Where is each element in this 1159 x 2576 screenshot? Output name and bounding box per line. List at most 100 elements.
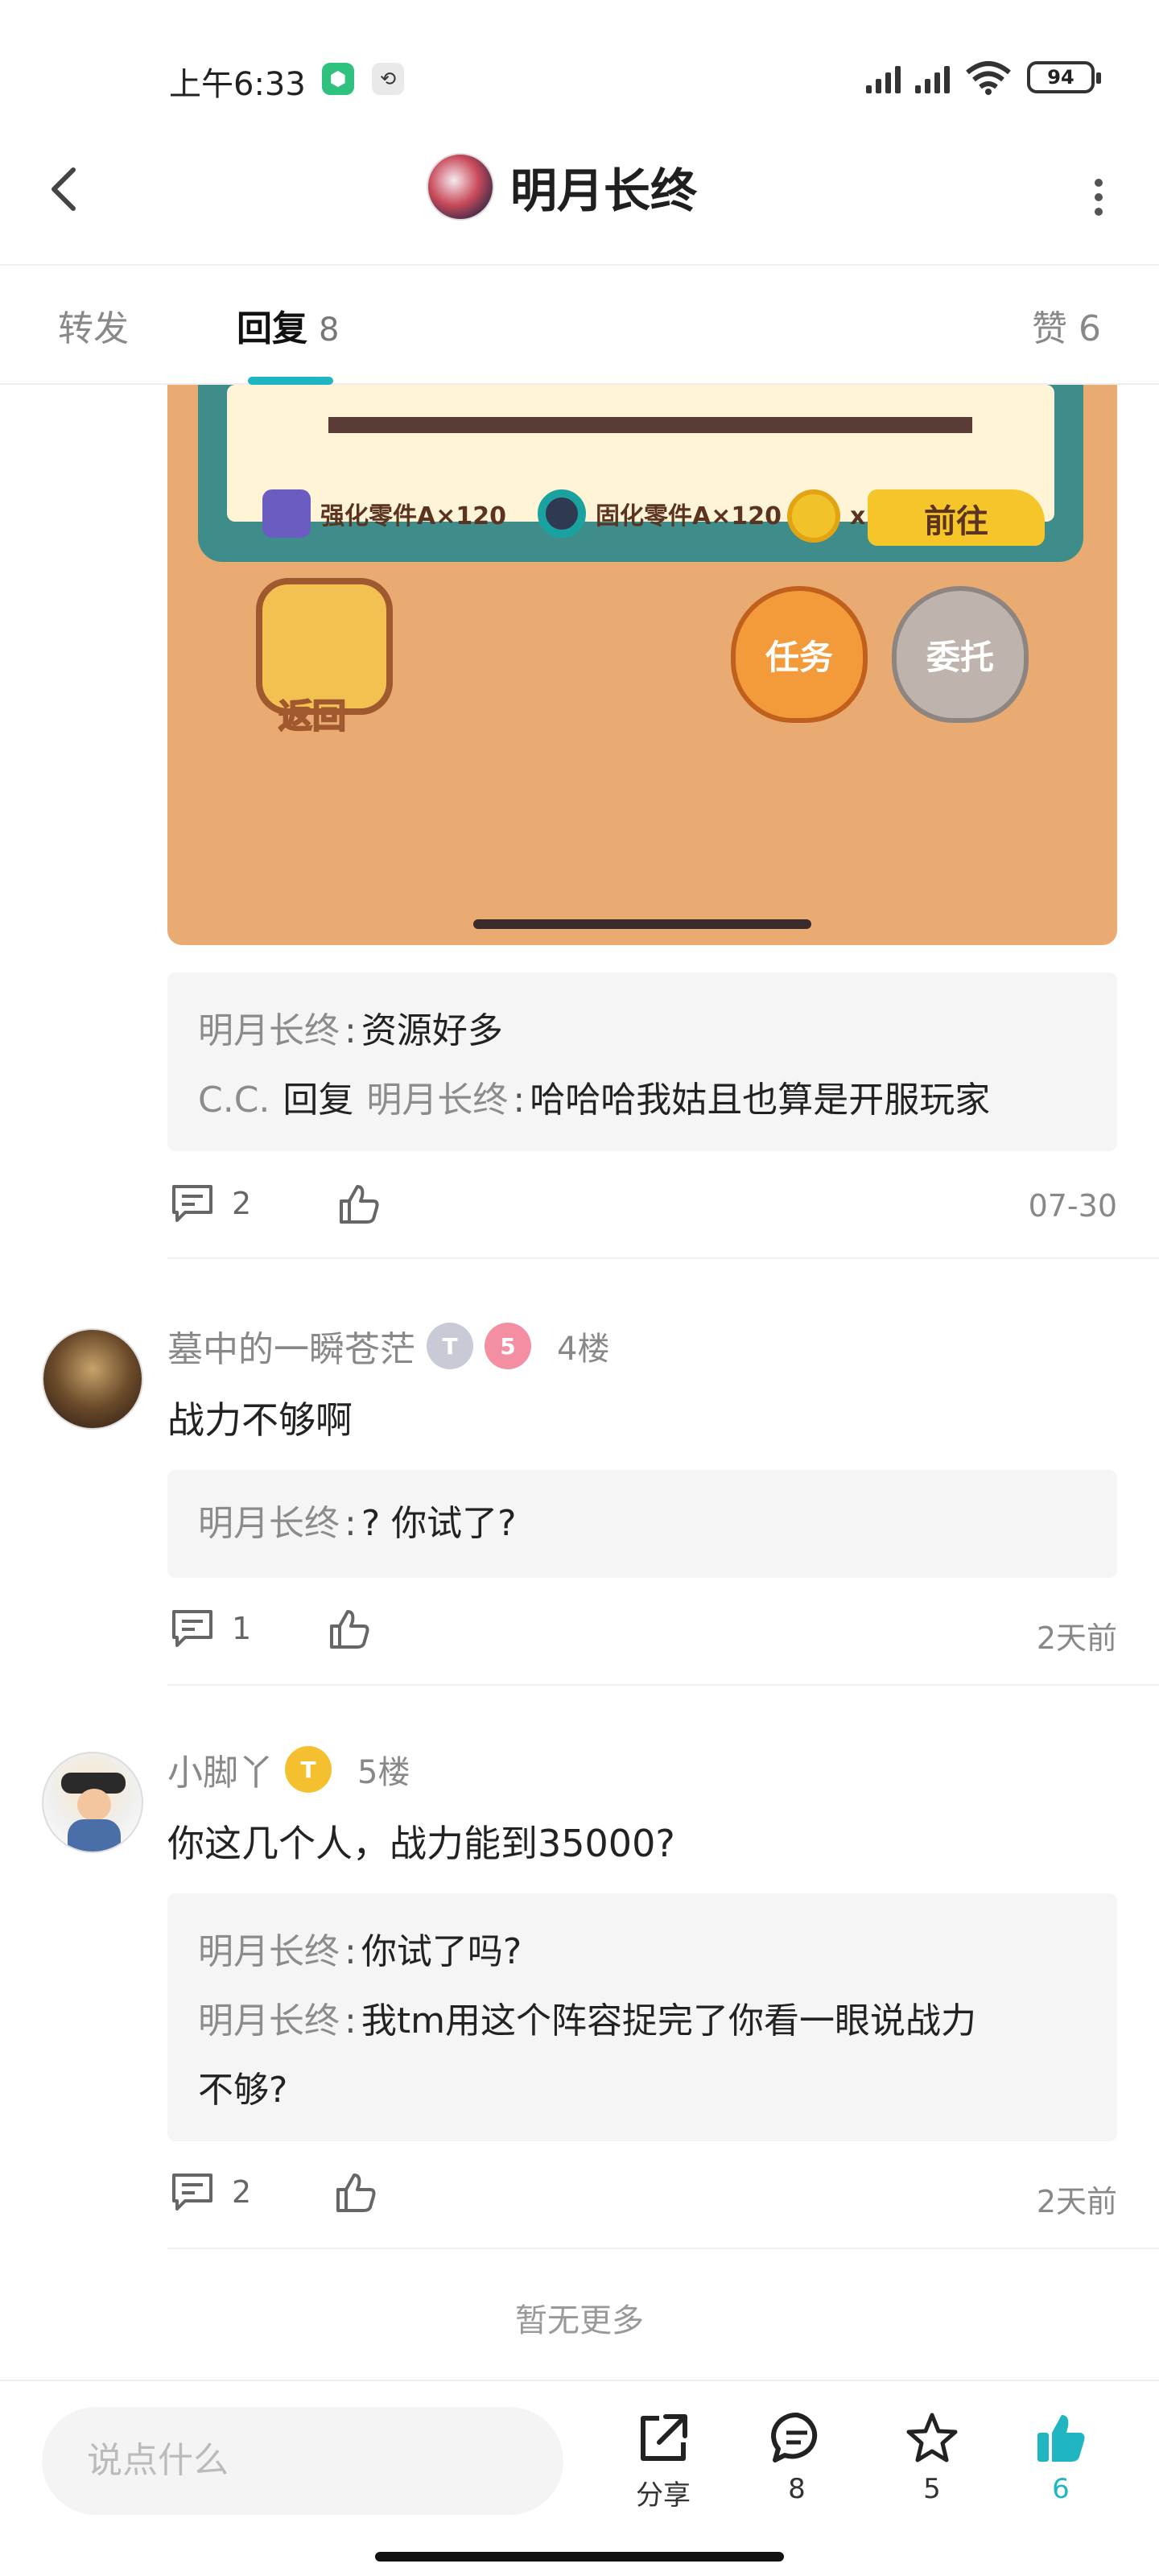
post-image[interactable]: 强化零件A×120 固化零件A×120 x165600 前往 返回 任务 委托	[167, 385, 1117, 945]
quote-line: 明月长终:? 你试了?	[198, 1494, 1087, 1554]
comment-button[interactable]: 2	[171, 1183, 251, 1224]
coin-icon	[787, 489, 840, 543]
comment-count: 1	[232, 1611, 252, 1646]
game-task-label: 任务	[765, 637, 833, 677]
timestamp: 07-30	[1028, 1188, 1117, 1224]
game-back-button: 返回	[256, 578, 401, 737]
tab-likes[interactable]: 赞6	[1032, 299, 1101, 351]
like-post-button[interactable]: 6	[1013, 2410, 1109, 2505]
battery-indicator: 94	[1027, 61, 1101, 93]
tab-bar: 转发 回复 8 赞6	[0, 267, 1159, 385]
tab-reply-count: 8	[319, 312, 340, 349]
quote-author[interactable]: C.C.	[198, 1080, 270, 1121]
comment-button[interactable]: 2	[171, 2172, 251, 2212]
comments-count: 8	[788, 2473, 806, 2505]
divider	[167, 2248, 1159, 2249]
gesture-home-bar[interactable]	[375, 2552, 784, 2562]
rank-badge-icon: 5	[485, 1323, 531, 1369]
tab-reply[interactable]: 回复 8	[237, 299, 339, 351]
reply-quote-box[interactable]: 明月长终: 资源好多 C.C. 回复 明月长终: 哈哈哈我姑且也算是开服玩家	[167, 972, 1117, 1151]
quote-author[interactable]: 明月长终	[198, 2000, 340, 2041]
tab-reply-label: 回复	[237, 308, 307, 349]
level-badge-icon: T	[427, 1323, 473, 1369]
like-button[interactable]	[328, 1608, 370, 1653]
thumbs-up-icon	[340, 1185, 379, 1224]
favorite-button[interactable]: 5	[884, 2410, 980, 2505]
avatar[interactable]	[42, 1752, 143, 1853]
comments-button[interactable]: 8	[749, 2410, 845, 2505]
link-icon: ⟲	[372, 63, 404, 95]
username[interactable]: 墓中的一瞬苍茫	[167, 1320, 415, 1372]
quote-author[interactable]: 明月长终	[198, 1010, 340, 1051]
username[interactable]: 小脚丫	[167, 1744, 274, 1795]
signal-icon	[866, 61, 901, 93]
wifi-icon	[966, 61, 1011, 95]
quote-author[interactable]: 明月长终	[198, 1931, 340, 1972]
quote-author[interactable]: 明月长终	[198, 1503, 340, 1544]
paw-task-icon: 任务	[731, 586, 868, 723]
reward-item-1-label: 强化零件A×120	[320, 502, 506, 530]
quote-line: 明月长终: 我tm用这个阵容捉完了你看一眼说战力	[198, 1987, 1087, 2056]
quote-line: 明月长终: 你试了吗?	[198, 1918, 1087, 1987]
like-button[interactable]	[335, 2172, 377, 2217]
tab-likes-label: 赞	[1032, 308, 1067, 349]
quote-separator: :	[344, 1010, 357, 1051]
timestamp: 2天前	[1036, 2184, 1117, 2219]
thumbs-up-icon	[330, 1610, 369, 1649]
like-button[interactable]	[338, 1183, 380, 1228]
quote-text: 资源好多	[361, 1010, 503, 1051]
back-button[interactable]	[35, 161, 92, 217]
comment-icon	[172, 1610, 212, 1647]
avatar-icon[interactable]	[427, 153, 494, 221]
quote-text: 不够?	[198, 2070, 288, 2111]
comment-count: 2	[232, 1186, 252, 1221]
status-time: 上午6:33	[169, 66, 306, 103]
quote-separator: :	[344, 1503, 357, 1544]
share-button[interactable]: 分享	[615, 2410, 711, 2512]
comment-button[interactable]: 1	[171, 1608, 251, 1649]
game-commission-label: 委托	[926, 637, 994, 677]
reply-word: 回复	[283, 1080, 354, 1121]
level-badge-icon: T	[285, 1746, 332, 1793]
reply-quote-box[interactable]: 明月长终: 你试了吗? 明月长终: 我tm用这个阵容捉完了你看一眼说战力 不够?	[167, 1893, 1117, 2141]
more-options-button[interactable]	[1079, 169, 1119, 225]
chat-bubble-icon	[771, 2412, 818, 2462]
thumbs-up-filled-icon	[1037, 2415, 1085, 2462]
quote-separator: :	[344, 1931, 357, 1972]
floor-number: 5楼	[357, 1754, 410, 1791]
shield-icon: ⬢	[322, 63, 354, 95]
star-icon	[906, 2413, 958, 2462]
status-bar: 上午6:33 ⬢ ⟲ 94	[0, 0, 1159, 129]
comment-input[interactable]: 说点什么	[42, 2407, 563, 2515]
thumbs-up-icon	[336, 2174, 376, 2212]
status-indicators: 94	[866, 60, 1101, 95]
title-group[interactable]: 明月长终	[427, 153, 697, 221]
paw-commission-icon: 委托	[892, 586, 1029, 723]
comment-text: 你这几个人，战力能到35000?	[167, 1822, 675, 1865]
timestamp: 2天前	[1036, 1620, 1117, 1656]
tab-repost[interactable]: 转发	[58, 299, 129, 351]
divider	[167, 1257, 1159, 1259]
quote-line: C.C. 回复 明月长终: 哈哈哈我姑且也算是开服玩家	[198, 1066, 1087, 1135]
no-more-text: 暂无更多	[515, 2302, 644, 2339]
quote-text: ? 你试了?	[361, 1503, 517, 1544]
share-icon	[641, 2414, 687, 2461]
quote-target[interactable]: 明月长终	[366, 1080, 508, 1121]
avatar[interactable]	[42, 1328, 143, 1430]
page-title: 明月长终	[510, 163, 698, 218]
game-go-button: 前往	[868, 489, 1045, 546]
comment-count: 2	[232, 2174, 252, 2210]
quote-separator: :	[344, 2000, 357, 2041]
reward-item-2-label: 固化零件A×120	[596, 502, 782, 530]
quote-text: 我tm用这个阵容捉完了你看一眼说战力	[361, 2000, 976, 2041]
floor-number: 4楼	[557, 1331, 610, 1368]
comment-icon	[172, 1185, 212, 1222]
comment-icon	[172, 2174, 212, 2211]
chevron-left-icon	[52, 167, 76, 211]
reply-quote-box[interactable]: 明月长终:? 你试了?	[167, 1470, 1117, 1578]
quote-line: 明月长终: 资源好多	[198, 997, 1087, 1066]
reward-item-2: 固化零件A×120	[538, 489, 782, 538]
quote-text: 你试了吗?	[361, 1931, 522, 1972]
game-home-indicator	[473, 919, 811, 929]
hd-signal-icon	[915, 61, 950, 93]
